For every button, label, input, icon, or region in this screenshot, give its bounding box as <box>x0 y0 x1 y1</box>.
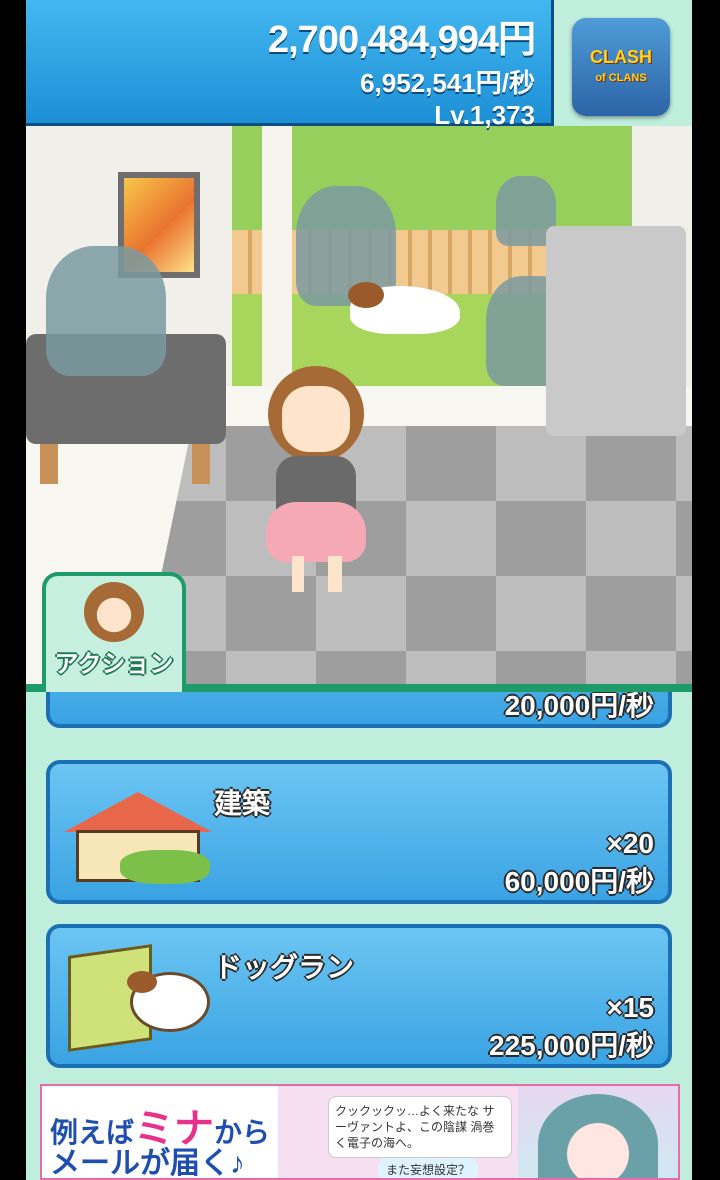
upgrade-count: ×15 <box>606 992 655 1023</box>
upgrade-income: 225,000円/秒 <box>489 1030 654 1061</box>
ad-line2: メールが届く♪ <box>50 1147 245 1180</box>
sofa-legs <box>40 444 210 484</box>
upgrade-income: 20,000円/秒 <box>504 692 654 721</box>
dog-icon <box>60 692 210 712</box>
tab-action[interactable]: アクション <box>42 572 186 692</box>
dog-run-icon <box>60 942 210 1052</box>
anime-girl-icon <box>538 1094 658 1178</box>
clash-of-clans-promo-icon[interactable]: CLASH of CLANS <box>572 18 670 116</box>
ad-chat-bubble-2: また妄想設定？ <box>378 1158 479 1178</box>
upgrade-card-dog-run[interactable]: ドッグラン ×15 225,000円/秒 <box>46 924 672 1068</box>
ad-chat-preview: クックックッ…よく来たな サーヴァントよ、この陰謀 渦巻く電子の海へ。 また妄想… <box>278 1086 518 1178</box>
ad-copy: 例えばミナから メールが届く♪ <box>42 1086 278 1180</box>
promo-label-1: CLASH <box>590 46 652 67</box>
ad-chat-bubble: クックックッ…よく来たな サーヴァントよ、この陰謀 渦巻く電子の海へ。 <box>328 1096 512 1158</box>
upgrade-income: 60,000円/秒 <box>504 866 654 897</box>
player-level: Lv.1,373 <box>434 100 535 130</box>
game-screen: 2,700,484,994円 6,952,541円/秒 Lv.1,373 CLA… <box>26 0 692 1180</box>
heroine-character[interactable] <box>256 366 376 596</box>
money-total: 2,700,484,994円 <box>267 19 536 61</box>
upgrade-count: ×20 <box>606 828 655 859</box>
window-pillar <box>262 126 292 386</box>
income-per-second: 6,952,541円/秒 <box>360 68 535 98</box>
ghost-person-sitting <box>46 246 166 376</box>
tab-action-label: アクション <box>54 651 174 678</box>
upgrade-name: ドッグラン <box>214 952 355 983</box>
house-icon <box>60 778 212 888</box>
checkered-rug <box>136 426 692 686</box>
upgrade-list[interactable]: 20,000円/秒 建築 ×20 60,000円/秒 ドッグラン ×15 225… <box>26 692 692 1082</box>
upgrade-card[interactable]: 20,000円/秒 <box>46 692 672 728</box>
ad-banner[interactable]: 例えばミナから メールが届く♪ クックックッ…よく来たな サーヴァントよ、この陰… <box>40 1084 680 1180</box>
upgrade-card-building[interactable]: 建築 ×20 60,000円/秒 <box>46 760 672 904</box>
heroine-avatar-icon <box>84 582 144 642</box>
upgrade-name: 建築 <box>214 788 271 819</box>
printing-machine <box>546 226 686 436</box>
promo-label-2: of CLANS <box>595 71 647 84</box>
ad-character-art <box>518 1086 678 1178</box>
money-hud: 2,700,484,994円 6,952,541円/秒 Lv.1,373 <box>26 0 554 130</box>
running-dog <box>348 282 460 334</box>
